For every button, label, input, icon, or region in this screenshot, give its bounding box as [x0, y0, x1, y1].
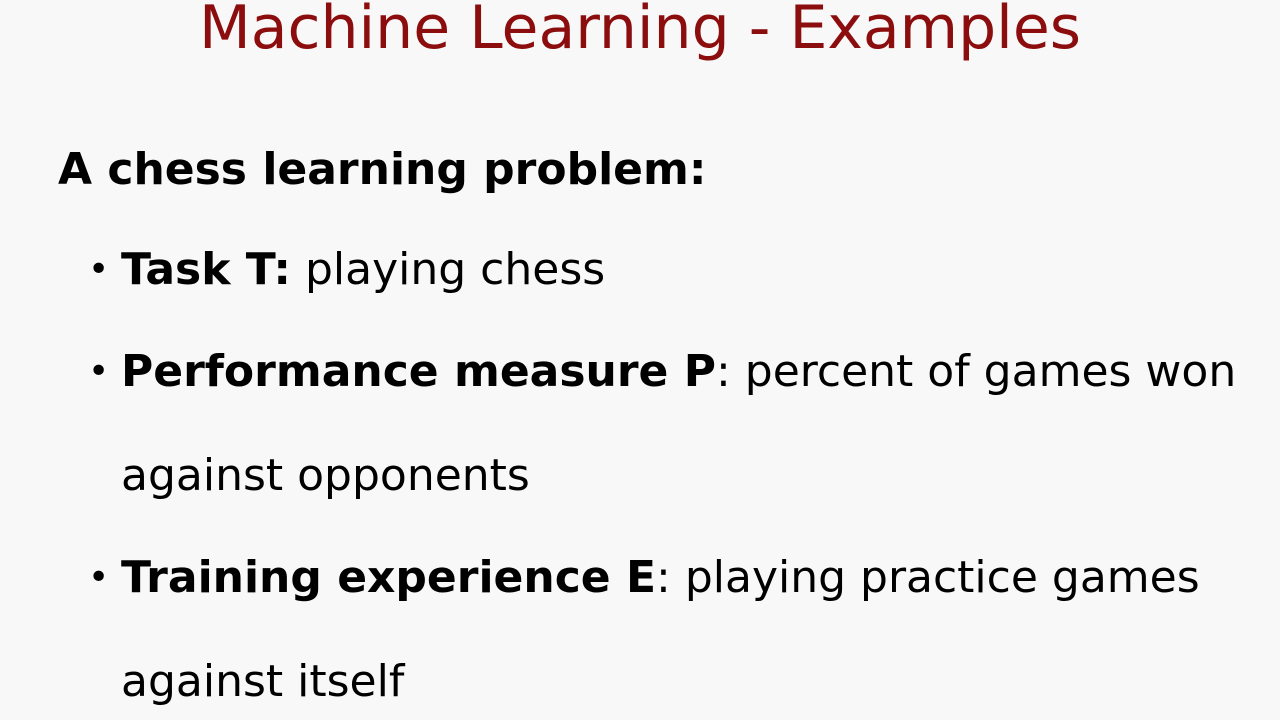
bullet-item-training: • Training experience E: playing practic… [88, 526, 1248, 720]
bullet-item-task: • Task T: playing chess [88, 218, 1248, 322]
bullet-text: Training experience E: playing practice … [121, 526, 1248, 720]
bullet-dot-icon: • [88, 351, 110, 392]
bullet-text: Task T: playing chess [121, 218, 1248, 322]
bullet-dot-icon: • [88, 557, 110, 598]
bullet-term: Performance measure P [121, 346, 716, 397]
slide: Machine Learning - Examples A chess lear… [0, 0, 1280, 720]
slide-title: Machine Learning - Examples [198, 0, 1082, 63]
bullet-term: Task T: [121, 244, 292, 295]
bullet-item-performance: • Performance measure P: percent of game… [88, 320, 1248, 528]
bullet-term: Training experience E [121, 552, 657, 603]
bullet-text: Performance measure P: percent of games … [121, 320, 1248, 528]
bullet-description: playing chess [291, 244, 606, 295]
bullet-dot-icon: • [88, 249, 110, 290]
slide-subtitle: A chess learning problem: [58, 144, 707, 195]
